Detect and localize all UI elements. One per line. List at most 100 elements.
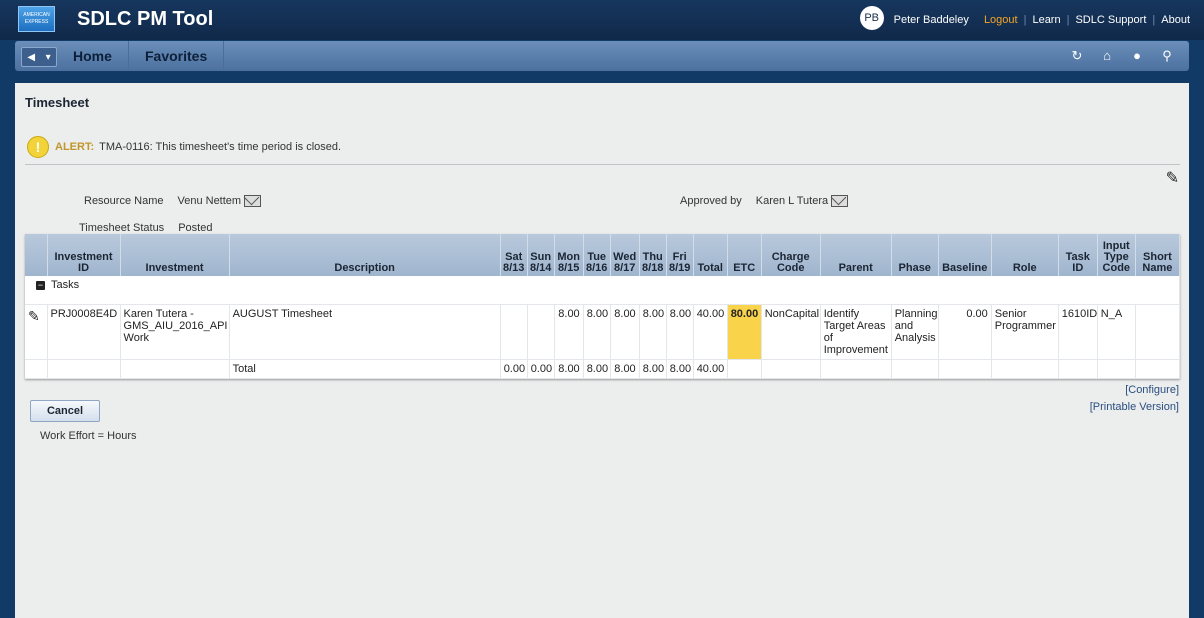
total-sat: 0.00	[500, 359, 528, 379]
warning-icon: !	[27, 136, 49, 158]
col-task-id[interactable]: Task ID	[1058, 234, 1098, 276]
resource-name-value: Venu Nettem	[177, 195, 242, 207]
alert-message: ! ALERT: TMA-0116: This timesheet's time…	[27, 136, 341, 158]
cancel-button[interactable]: Cancel	[30, 400, 100, 422]
timesheet-status-value: Posted	[178, 222, 213, 234]
mail-icon[interactable]	[831, 195, 849, 207]
investment-link[interactable]: Karen Tutera - GMS_AIU_2016_API Work	[120, 304, 230, 360]
col-fri[interactable]: Fri 8/19	[666, 234, 694, 276]
header-row: Investment ID Investment Description Sat…	[25, 234, 1181, 276]
refresh-icon[interactable]: ↻	[1069, 48, 1085, 64]
top-bar: AMERICAN EXPRESS SDLC PM Tool PB Peter B…	[0, 0, 1204, 40]
timesheet-grid: Investment ID Investment Description Sat…	[25, 234, 1181, 379]
row-edit-cell: ✎	[25, 304, 48, 360]
timesheet-status-label: Timesheet Status	[79, 222, 165, 234]
short-name-cell	[1135, 304, 1181, 360]
wed-cell: 8.00	[610, 304, 640, 360]
check-icon[interactable]: ●	[1129, 48, 1145, 64]
task-id-cell: 1610ID	[1058, 304, 1098, 360]
col-mon[interactable]: Mon 8/15	[554, 234, 584, 276]
total-cell: 40.00	[693, 304, 728, 360]
col-phase[interactable]: Phase	[891, 234, 939, 276]
total-empty-cell	[25, 359, 48, 379]
total-empty-cell	[891, 359, 939, 379]
col-sun[interactable]: Sun 8/14	[527, 234, 555, 276]
separator: |	[1066, 14, 1070, 26]
col-thu[interactable]: Thu 8/18	[639, 234, 667, 276]
charge-code-cell: NonCapital	[761, 304, 821, 360]
support-link[interactable]: SDLC Support	[1075, 14, 1146, 26]
col-tue[interactable]: Tue 8/16	[583, 234, 611, 276]
separator	[975, 14, 978, 26]
baseline-cell: 0.00	[938, 304, 992, 360]
thu-cell: 8.00	[639, 304, 667, 360]
alert-label: ALERT:	[55, 141, 95, 153]
logout-link[interactable]: Logout	[984, 14, 1018, 26]
home-tab[interactable]: Home	[57, 41, 129, 71]
fri-cell: 8.00	[666, 304, 694, 360]
col-etc[interactable]: ETC	[727, 234, 762, 276]
chevron-down-icon[interactable]: ▾	[46, 52, 51, 63]
edit-icon[interactable]: ✎	[1166, 168, 1179, 188]
mail-icon[interactable]	[244, 195, 262, 207]
total-total: 40.00	[693, 359, 728, 379]
page-title: Timesheet	[25, 95, 90, 110]
approved-by-field: Approved by Karen L Tutera	[680, 195, 849, 207]
total-sun: 0.00	[527, 359, 555, 379]
col-total[interactable]: Total	[693, 234, 728, 276]
total-empty-cell	[120, 359, 230, 379]
approved-by-label: Approved by	[680, 195, 742, 207]
col-parent[interactable]: Parent	[820, 234, 892, 276]
description-link[interactable]: AUGUST Timesheet	[229, 304, 501, 360]
divider	[25, 164, 1180, 165]
printable-version-link[interactable]: [Printable Version]	[1090, 401, 1179, 413]
total-empty-cell	[1135, 359, 1181, 379]
back-arrow-icon: ◀	[27, 51, 36, 63]
total-empty-cell	[820, 359, 892, 379]
tue-cell: 8.00	[583, 304, 611, 360]
learn-link[interactable]: Learn	[1032, 14, 1060, 26]
configure-link[interactable]: [Configure]	[1125, 384, 1179, 396]
col-charge-code[interactable]: Charge Code	[761, 234, 821, 276]
col-role[interactable]: Role	[991, 234, 1059, 276]
resource-name-field: Resource Name Venu Nettem	[84, 195, 262, 207]
role-cell: Senior Programmer	[991, 304, 1059, 360]
total-fri: 8.00	[666, 359, 694, 379]
search-icon[interactable]: ⚲	[1159, 48, 1175, 64]
total-wed: 8.00	[610, 359, 640, 379]
work-effort-note: Work Effort = Hours	[40, 430, 137, 442]
edit-row-icon[interactable]: ✎	[28, 308, 40, 324]
total-empty-cell	[938, 359, 992, 379]
user-name: Peter Baddeley	[893, 14, 969, 26]
mon-cell: 8.00	[554, 304, 584, 360]
col-investment[interactable]: Investment	[120, 234, 230, 276]
input-type-code-cell: N_A	[1097, 304, 1136, 360]
total-label: Total	[229, 359, 501, 379]
phase-cell: Planning and Analysis	[891, 304, 939, 360]
separator: |	[1023, 14, 1027, 26]
col-description[interactable]: Description	[229, 234, 501, 276]
total-empty-cell	[1097, 359, 1136, 379]
user-avatar[interactable]: PB	[859, 6, 884, 30]
app-title: SDLC PM Tool	[77, 8, 214, 30]
total-tue: 8.00	[583, 359, 611, 379]
timesheet-status-field: Timesheet Status Posted	[79, 222, 212, 234]
about-link[interactable]: About	[1161, 14, 1190, 26]
col-investment-id[interactable]: Investment ID	[47, 234, 121, 276]
total-empty-cell	[991, 359, 1059, 379]
favorites-tab[interactable]: Favorites	[129, 41, 225, 71]
investment-id-cell: PRJ0008E4D	[47, 304, 121, 360]
col-short-name[interactable]: Short Name	[1135, 234, 1181, 276]
collapse-icon[interactable]: −	[36, 281, 45, 290]
amex-logo[interactable]: AMERICAN EXPRESS	[18, 6, 55, 32]
col-wed[interactable]: Wed 8/17	[610, 234, 640, 276]
col-baseline[interactable]: Baseline	[938, 234, 992, 276]
total-empty-cell	[761, 359, 821, 379]
sun-cell	[527, 304, 555, 360]
col-input-type-code[interactable]: Input Type Code	[1097, 234, 1136, 276]
home-icon[interactable]: ⌂	[1099, 48, 1115, 64]
total-empty-cell	[727, 359, 762, 379]
resource-name-label: Resource Name	[84, 195, 164, 207]
back-button[interactable]: ◀ ▾	[21, 47, 57, 67]
col-sat[interactable]: Sat 8/13	[500, 234, 528, 276]
